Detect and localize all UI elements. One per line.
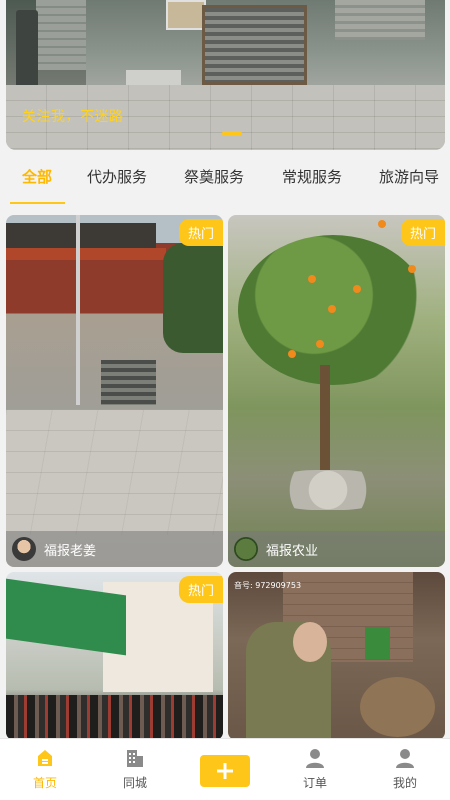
nav-city-label: 同城 [122, 776, 147, 790]
nav-city[interactable]: 同城 [105, 747, 165, 791]
bottom-navigation: 首页 同城 订单 我的 [0, 738, 450, 800]
post-card[interactable]: 热门 福报农业 [228, 215, 445, 567]
hot-badge: 热门 [178, 576, 223, 603]
add-post-button[interactable] [200, 755, 250, 787]
avatar[interactable] [234, 537, 258, 561]
card-footer: 福报农业 [228, 531, 445, 567]
tab-all[interactable]: 全部 [22, 166, 52, 187]
active-tab-indicator [10, 202, 65, 204]
hot-badge: 热门 [400, 219, 445, 246]
author-name: 福报老姜 [44, 544, 97, 559]
user-icon [396, 749, 414, 768]
user-icon [306, 749, 324, 768]
post-card[interactable]: 音号: 972909753 [228, 572, 445, 740]
nav-mine-label: 我的 [392, 776, 417, 790]
category-tabs: 全部 代办服务 祭奠服务 常规服务 旅游向导 [0, 158, 450, 204]
app-root: 关注我，不迷路 全部 代办服务 祭奠服务 常规服务 旅游向导 热门 福报老姜 热… [0, 0, 450, 800]
plus-icon [217, 763, 233, 779]
home-icon [38, 750, 52, 766]
nav-orders-label: 订单 [302, 776, 327, 790]
nav-orders[interactable]: 订单 [285, 747, 345, 791]
city-buildings-icon [127, 750, 143, 767]
nav-home-label: 首页 [32, 776, 57, 790]
post-card[interactable]: 热门 [6, 572, 223, 740]
author-name: 福报农业 [266, 544, 319, 559]
video-id-label: 音号: 972909753 [234, 581, 302, 590]
avatar[interactable] [12, 537, 36, 561]
nav-home[interactable]: 首页 [15, 747, 75, 791]
post-card[interactable]: 热门 福报老姜 [6, 215, 223, 567]
nav-mine[interactable]: 我的 [375, 747, 435, 791]
tab-travel-guide[interactable]: 旅游向导 [379, 166, 439, 187]
hot-badge: 热门 [178, 219, 223, 246]
carousel-indicator [222, 131, 242, 136]
tab-regular-service[interactable]: 常规服务 [282, 166, 342, 187]
tab-agency-service[interactable]: 代办服务 [87, 166, 147, 187]
banner-caption: 关注我，不迷路 [22, 109, 124, 125]
card-footer: 福报老姜 [6, 531, 223, 567]
tab-memorial-service[interactable]: 祭奠服务 [184, 166, 244, 187]
banner-carousel[interactable]: 关注我，不迷路 [6, 0, 445, 150]
